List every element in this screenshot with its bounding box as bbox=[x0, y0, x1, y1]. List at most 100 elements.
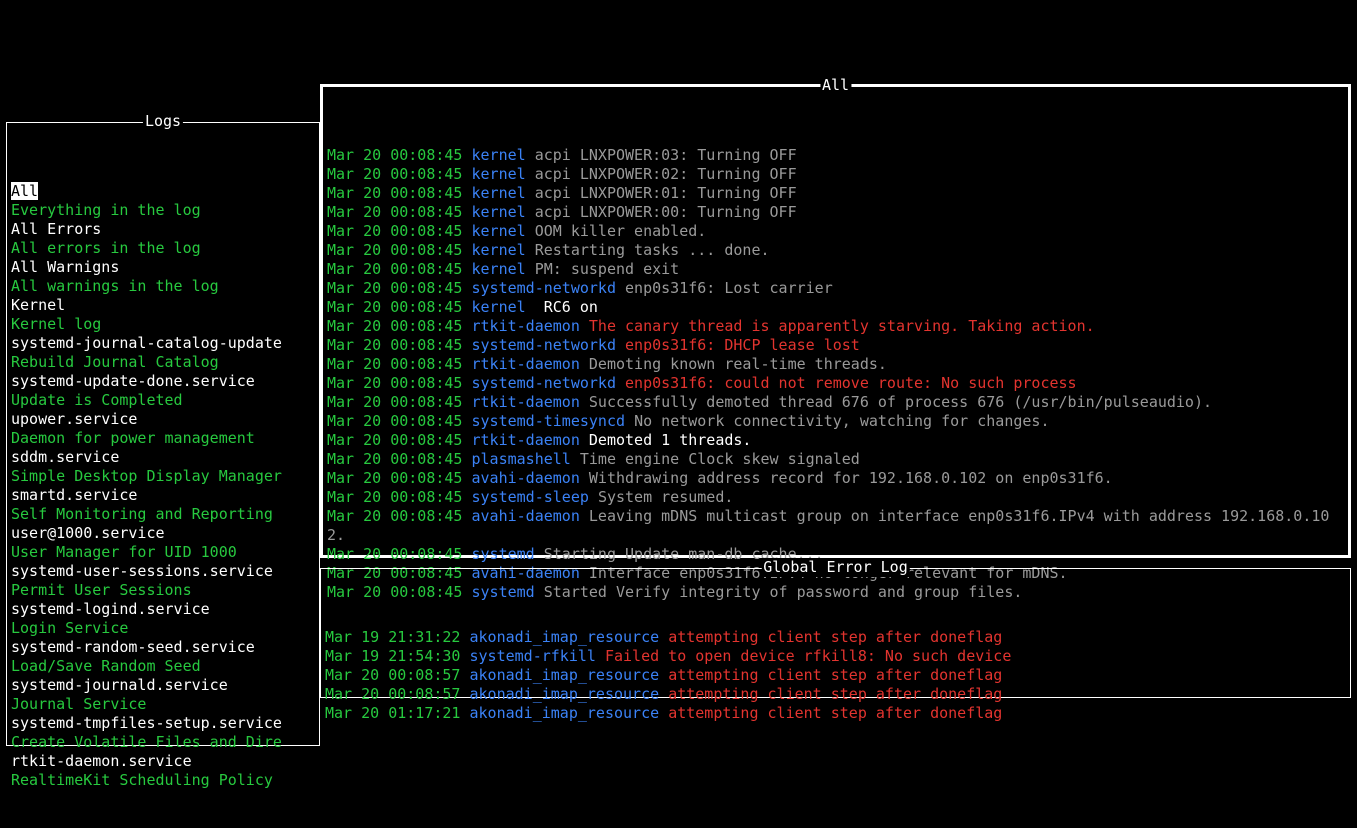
log-timestamp: Mar 20 01:17:21 bbox=[325, 704, 460, 722]
log-line[interactable]: Mar 20 01:17:21 akonadi_imap_resource at… bbox=[325, 704, 1346, 723]
log-line[interactable]: Mar 20 00:08:45 kernel acpi LNXPOWER:03:… bbox=[327, 146, 1344, 165]
log-message: Demoted 1 threads. bbox=[589, 431, 752, 449]
log-message: RC6 on bbox=[535, 298, 598, 316]
log-line[interactable]: Mar 20 00:08:45 systemd-networkd enp0s31… bbox=[327, 336, 1344, 355]
filter-item[interactable]: All Errors bbox=[11, 220, 315, 239]
log-source: kernel bbox=[472, 165, 526, 183]
log-line[interactable]: Mar 20 00:08:45 systemd-networkd enp0s31… bbox=[327, 374, 1344, 393]
log-timestamp: Mar 20 00:08:57 bbox=[325, 685, 460, 703]
filter-item[interactable]: Daemon for power management bbox=[11, 429, 315, 448]
log-line[interactable]: Mar 20 00:08:45 kernel RC6 on bbox=[327, 298, 1344, 317]
filter-item-label: sddm.service bbox=[11, 448, 119, 466]
log-line[interactable]: Mar 20 00:08:45 kernel acpi LNXPOWER:02:… bbox=[327, 165, 1344, 184]
log-timestamp: Mar 20 00:08:45 bbox=[327, 241, 462, 259]
log-timestamp: Mar 20 00:08:45 bbox=[327, 545, 462, 563]
filter-item[interactable]: Kernel bbox=[11, 296, 315, 315]
filter-item[interactable]: systemd-random-seed.service bbox=[11, 638, 315, 657]
log-line[interactable]: Mar 20 00:08:45 kernel acpi LNXPOWER:01:… bbox=[327, 184, 1344, 203]
filter-item[interactable]: Create Volatile Files and Dire bbox=[11, 733, 315, 752]
filter-item[interactable]: All bbox=[11, 182, 315, 201]
log-line[interactable]: Mar 20 00:08:45 systemd-sleep System res… bbox=[327, 488, 1344, 507]
log-line[interactable]: Mar 19 21:54:30 systemd-rfkill Failed to… bbox=[325, 647, 1346, 666]
log-line[interactable]: Mar 20 00:08:45 kernel PM: suspend exit bbox=[327, 260, 1344, 279]
log-line[interactable]: Mar 20 00:08:57 akonadi_imap_resource at… bbox=[325, 685, 1346, 704]
filter-item[interactable]: Everything in the log bbox=[11, 201, 315, 220]
log-timestamp: Mar 20 00:08:45 bbox=[327, 431, 462, 449]
log-source: systemd-networkd bbox=[472, 279, 617, 297]
log-line[interactable]: Mar 20 00:08:45 plasmashell Time engine … bbox=[327, 450, 1344, 469]
filter-item[interactable]: smartd.service bbox=[11, 486, 315, 505]
filter-item[interactable]: Permit User Sessions bbox=[11, 581, 315, 600]
log-message: acpi LNXPOWER:01: Turning OFF bbox=[535, 184, 797, 202]
filter-item-label: Load/Save Random Seed bbox=[11, 657, 201, 675]
log-source: systemd-networkd bbox=[472, 374, 617, 392]
filter-item[interactable]: upower.service bbox=[11, 410, 315, 429]
log-line[interactable]: Mar 20 00:08:45 kernel Restarting tasks … bbox=[327, 241, 1344, 260]
filter-item[interactable]: All Warnigns bbox=[11, 258, 315, 277]
log-line[interactable]: Mar 19 21:31:22 akonadi_imap_resource at… bbox=[325, 628, 1346, 647]
filter-item[interactable]: Journal Service bbox=[11, 695, 315, 714]
log-source: kernel bbox=[472, 260, 526, 278]
filter-item[interactable]: RealtimeKit Scheduling Policy bbox=[11, 771, 315, 790]
filter-item[interactable]: sddm.service bbox=[11, 448, 315, 467]
filter-item-label: systemd-tmpfiles-setup.service bbox=[11, 714, 282, 732]
filter-item[interactable]: systemd-journald.service bbox=[11, 676, 315, 695]
log-message: Demoting known real-time threads. bbox=[589, 355, 887, 373]
filter-item[interactable]: user@1000.service bbox=[11, 524, 315, 543]
log-message: attempting client step after doneflag bbox=[668, 704, 1002, 722]
filter-item[interactable]: Self Monitoring and Reporting bbox=[11, 505, 315, 524]
log-line[interactable]: Mar 20 00:08:45 kernel OOM killer enable… bbox=[327, 222, 1344, 241]
filter-item[interactable]: All errors in the log bbox=[11, 239, 315, 258]
log-message: Restarting tasks ... done. bbox=[535, 241, 770, 259]
log-line[interactable]: Mar 20 00:08:45 kernel acpi LNXPOWER:00:… bbox=[327, 203, 1344, 222]
filter-item-label: upower.service bbox=[11, 410, 137, 428]
filter-item-label: Daemon for power management bbox=[11, 429, 255, 447]
filter-item[interactable]: Simple Desktop Display Manager bbox=[11, 467, 315, 486]
log-line[interactable]: Mar 20 00:08:45 rtkit-daemon Successfull… bbox=[327, 393, 1344, 412]
filter-list[interactable]: AllEverything in the logAll ErrorsAll er… bbox=[11, 182, 315, 790]
log-line[interactable]: Mar 20 00:08:45 rtkit-daemon The canary … bbox=[327, 317, 1344, 336]
filter-item[interactable]: All warnings in the log bbox=[11, 277, 315, 296]
log-message: attempting client step after doneflag bbox=[668, 685, 1002, 703]
filter-item-label: Kernel log bbox=[11, 315, 101, 333]
filter-item[interactable]: systemd-tmpfiles-setup.service bbox=[11, 714, 315, 733]
log-message: attempting client step after doneflag bbox=[668, 628, 1002, 646]
filter-item[interactable]: rtkit-daemon.service bbox=[11, 752, 315, 771]
filter-item-label: smartd.service bbox=[11, 486, 137, 504]
log-source: kernel bbox=[472, 298, 526, 316]
log-source: systemd bbox=[472, 545, 535, 563]
main-log-list[interactable]: Mar 20 00:08:45 kernel acpi LNXPOWER:03:… bbox=[327, 146, 1344, 602]
log-message: enp0s31f6: DHCP lease lost bbox=[625, 336, 860, 354]
main-log-pane: All Mar 20 00:08:45 kernel acpi LNXPOWER… bbox=[320, 84, 1351, 558]
log-line[interactable]: Mar 20 00:08:57 akonadi_imap_resource at… bbox=[325, 666, 1346, 685]
log-timestamp: Mar 20 00:08:45 bbox=[327, 317, 462, 335]
log-line[interactable]: Mar 20 00:08:45 systemd-timesyncd No net… bbox=[327, 412, 1344, 431]
filter-item[interactable]: User Manager for UID 1000 bbox=[11, 543, 315, 562]
filter-item[interactable]: systemd-user-sessions.service bbox=[11, 562, 315, 581]
log-timestamp: Mar 20 00:08:45 bbox=[327, 279, 462, 297]
filter-item[interactable]: Load/Save Random Seed bbox=[11, 657, 315, 676]
log-source: systemd-sleep bbox=[472, 488, 589, 506]
log-timestamp: Mar 20 00:08:45 bbox=[327, 374, 462, 392]
log-line[interactable]: Mar 20 00:08:45 systemd-networkd enp0s31… bbox=[327, 279, 1344, 298]
log-message: PM: suspend exit bbox=[535, 260, 680, 278]
log-timestamp: Mar 20 00:08:45 bbox=[327, 450, 462, 468]
filter-item[interactable]: Rebuild Journal Catalog bbox=[11, 353, 315, 372]
log-timestamp: Mar 20 00:08:45 bbox=[327, 222, 462, 240]
filter-item[interactable]: Login Service bbox=[11, 619, 315, 638]
log-line[interactable]: Mar 20 00:08:45 rtkit-daemon Demoted 1 t… bbox=[327, 431, 1344, 450]
log-line[interactable]: Mar 20 00:08:45 avahi-daemon Withdrawing… bbox=[327, 469, 1344, 488]
error-log-list[interactable]: Mar 19 21:31:22 akonadi_imap_resource at… bbox=[325, 628, 1346, 723]
filter-item[interactable]: systemd-logind.service bbox=[11, 600, 315, 619]
log-line[interactable]: Mar 20 00:08:45 rtkit-daemon Demoting kn… bbox=[327, 355, 1344, 374]
log-message: Time engine Clock skew signaled bbox=[580, 450, 860, 468]
log-source: akonadi_imap_resource bbox=[470, 685, 660, 703]
filter-item[interactable]: Kernel log bbox=[11, 315, 315, 334]
log-timestamp: Mar 20 00:08:45 bbox=[327, 393, 462, 411]
filter-item[interactable]: systemd-update-done.service bbox=[11, 372, 315, 391]
filter-item[interactable]: Update is Completed bbox=[11, 391, 315, 410]
log-line[interactable]: Mar 20 00:08:45 avahi-daemon Leaving mDN… bbox=[327, 507, 1344, 545]
filter-item[interactable]: systemd-journal-catalog-update bbox=[11, 334, 315, 353]
filter-item-label: Simple Desktop Display Manager bbox=[11, 467, 282, 485]
filter-item-label: RealtimeKit Scheduling Policy bbox=[11, 771, 273, 789]
